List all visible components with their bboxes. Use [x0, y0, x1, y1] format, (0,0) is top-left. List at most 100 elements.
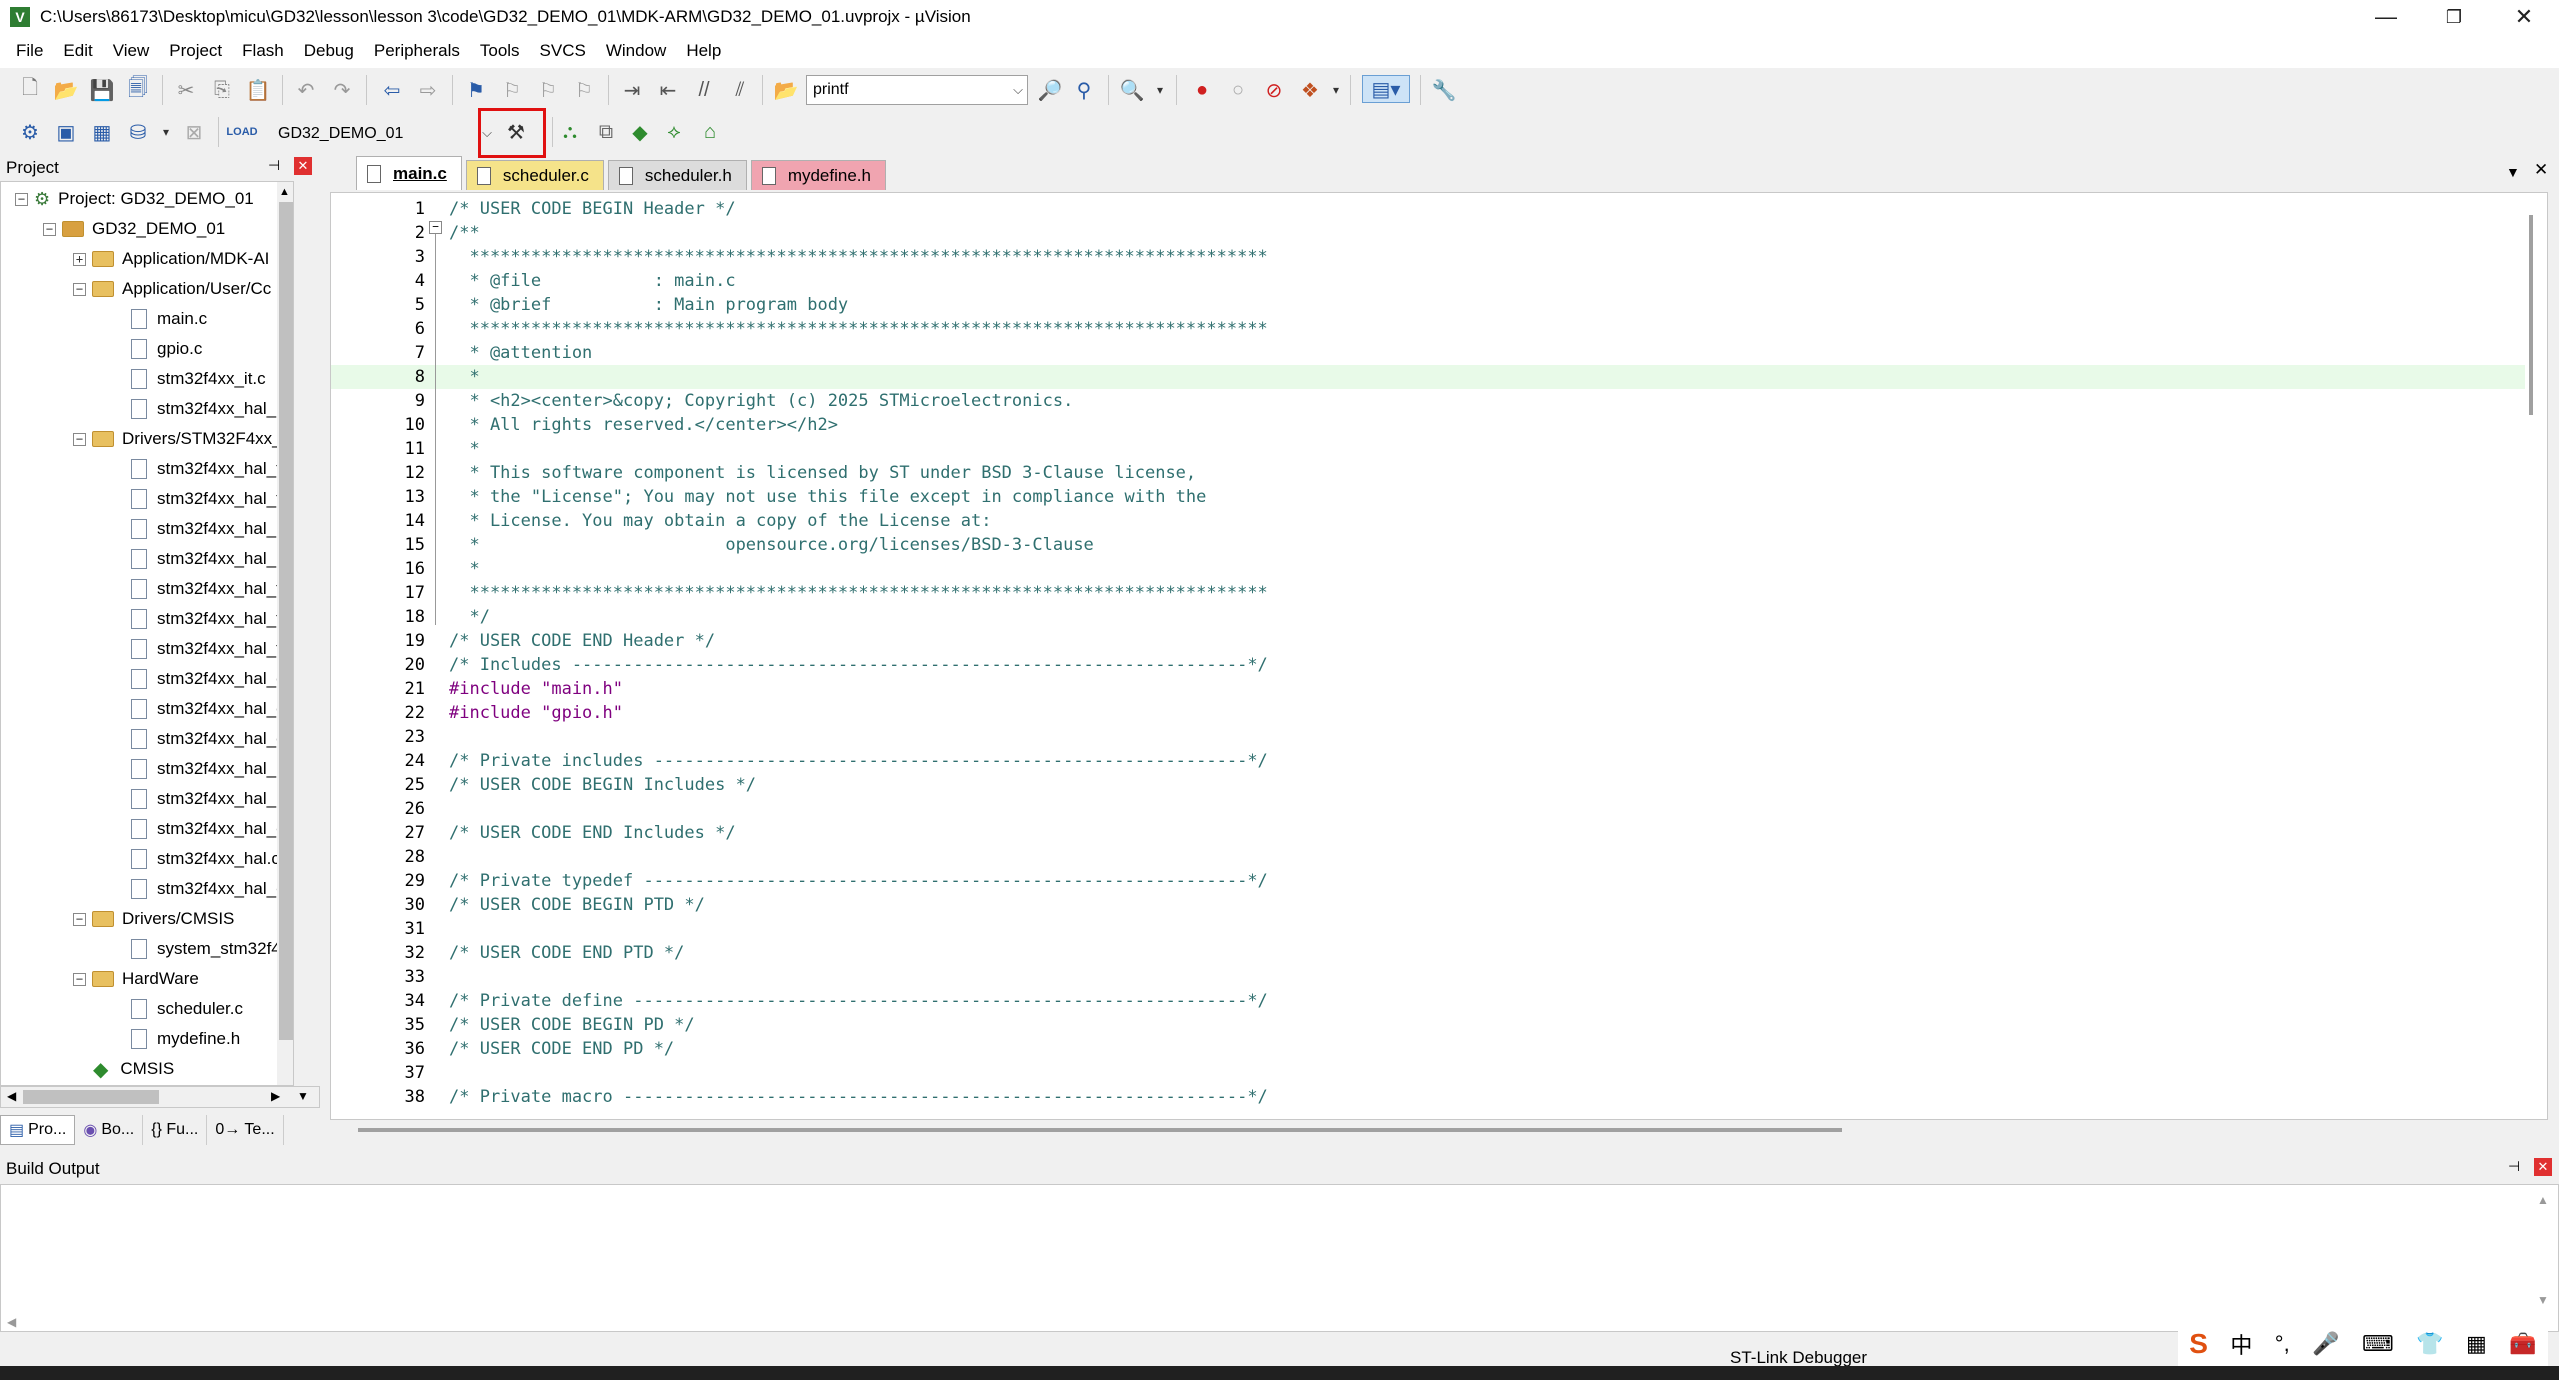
tree-vertical-scrollbar[interactable]: ▲	[277, 182, 293, 1085]
maximize-button[interactable]: ❐	[2420, 0, 2488, 34]
tree-item[interactable]: gpio.c	[131, 334, 202, 364]
menu-window[interactable]: Window	[596, 41, 676, 61]
tab-list-dropdown-icon[interactable]: ▼	[2506, 164, 2520, 180]
tree-item[interactable]: stm32f4xx_hal_fla	[131, 634, 293, 664]
save-icon[interactable]: 💾	[88, 76, 116, 104]
menu-help[interactable]: Help	[676, 41, 731, 61]
collapse-icon[interactable]: −	[73, 282, 86, 296]
scroll-up-icon[interactable]: ▲	[279, 186, 290, 198]
pack-installer-icon[interactable]: ⌂	[696, 118, 724, 146]
scroll-down-icon[interactable]: ▼	[297, 1089, 309, 1103]
paste-icon[interactable]: 📋	[244, 76, 272, 104]
editor-tab[interactable]: scheduler.c	[465, 160, 604, 190]
breakpoint-disable-icon[interactable]: ○	[1224, 76, 1252, 104]
unindent-icon[interactable]: ⇤	[654, 76, 682, 104]
chevron-down-icon[interactable]: ▾	[152, 118, 180, 146]
scroll-right-icon[interactable]: ▶	[271, 1089, 280, 1103]
tree-item[interactable]: main.c	[131, 304, 207, 334]
bookmark-toggle-icon[interactable]: ⚑	[462, 76, 490, 104]
keyboard-icon[interactable]: ⌨	[2362, 1331, 2394, 1357]
tree-item[interactable]: stm32f4xx_hal_ti	[131, 484, 285, 514]
bookmark-next-icon[interactable]: ⚐	[534, 76, 562, 104]
tree-scroll-thumb[interactable]	[279, 202, 293, 1040]
expand-icon[interactable]: +	[73, 252, 86, 266]
pin-icon[interactable]: ⊣	[2508, 1158, 2520, 1175]
scroll-left-icon[interactable]: ◀	[7, 1089, 16, 1103]
collapse-icon[interactable]: −	[73, 972, 86, 986]
translate-icon[interactable]: ⚙	[16, 118, 44, 146]
menu-debug[interactable]: Debug	[294, 41, 364, 61]
open-file-icon[interactable]: 📂	[52, 76, 80, 104]
tree-item[interactable]: − Application/User/Cc	[73, 274, 271, 304]
editor-tab[interactable]: main.c	[356, 156, 462, 190]
tree-item[interactable]: scheduler.c	[131, 994, 243, 1024]
stop-build-icon[interactable]: ⊠	[180, 118, 208, 146]
build-icon[interactable]: ▣	[52, 118, 80, 146]
tree-hscroll-thumb[interactable]	[23, 1090, 159, 1104]
find-combo[interactable]: printf ⌵	[806, 75, 1028, 105]
ime-chinese-mode[interactable]: 中	[2230, 1328, 2252, 1360]
tree-item[interactable]: stm32f4xx_hal_rc	[131, 514, 290, 544]
collapse-icon[interactable]: −	[73, 432, 86, 446]
editor-tab[interactable]: scheduler.h	[607, 160, 747, 190]
code-editor[interactable]: 1/* USER CODE BEGIN Header */2/** 3 *****…	[330, 192, 2548, 1120]
select-software-packs-icon[interactable]: ⟡	[660, 118, 688, 146]
microphone-icon[interactable]: 🎤	[2312, 1331, 2339, 1357]
tab-project[interactable]: ▤ Pro...	[0, 1115, 76, 1145]
editor-tab[interactable]: mydefine.h	[750, 160, 886, 190]
tree-item[interactable]: stm32f4xx_hal_dr	[131, 724, 291, 754]
tree-item[interactable]: − HardWare	[73, 964, 199, 994]
chevron-down-icon[interactable]: ▾	[1322, 76, 1350, 104]
tree-item[interactable]: mydefine.h	[131, 1024, 240, 1054]
tree-item[interactable]: − GD32_DEMO_01	[43, 214, 225, 244]
manage-run-time-environment-icon[interactable]: ◆	[626, 118, 654, 146]
tree-item[interactable]: stm32f4xx_hal_m	[131, 394, 290, 424]
tree-item[interactable]: stm32f4xx_hal_gp	[131, 664, 293, 694]
skin-icon[interactable]: 👕	[2416, 1331, 2443, 1357]
minimize-button[interactable]: —	[2352, 0, 2420, 34]
menu-svcs[interactable]: SVCS	[530, 41, 596, 61]
tree-item[interactable]: ◆ CMSIS	[93, 1054, 174, 1084]
menu-edit[interactable]: Edit	[53, 41, 102, 61]
debug-session-icon[interactable]: 🔍	[1118, 76, 1146, 104]
tree-item[interactable]: stm32f4xx_hal_ex	[131, 874, 293, 904]
undo-icon[interactable]: ↶	[292, 76, 320, 104]
sogou-ime-icon[interactable]: S	[2189, 1328, 2208, 1360]
fold-collapse-icon[interactable]: −	[429, 221, 442, 234]
ime-settings-icon[interactable]: 🧰	[2509, 1331, 2536, 1357]
tree-item[interactable]: stm32f4xx_hal_ti	[131, 454, 285, 484]
tree-item[interactable]: stm32f4xx_hal_dr	[131, 694, 291, 724]
tree-item[interactable]: − Drivers/STM32F4xx_I	[73, 424, 286, 454]
window-layout-icon[interactable]: ▤▾	[1362, 75, 1410, 103]
menu-flash[interactable]: Flash	[232, 41, 294, 61]
tree-item[interactable]: − ⚙ Project: GD32_DEMO_01	[15, 184, 254, 214]
navigate-back-icon[interactable]: ⇦	[378, 76, 406, 104]
indent-icon[interactable]: ⇥	[618, 76, 646, 104]
editor-horizontal-scrollbar[interactable]	[358, 1128, 1842, 1132]
tree-horizontal-scrollbar[interactable]: ◀ ▶ ▼	[0, 1086, 320, 1108]
close-window-button[interactable]: ✕	[2490, 0, 2558, 34]
find-in-files-icon[interactable]: 📂	[772, 76, 800, 104]
menu-peripherals[interactable]: Peripherals	[364, 41, 470, 61]
pin-icon[interactable]: ⊣	[268, 157, 280, 174]
close-panel-icon[interactable]: ✕	[2534, 1158, 2552, 1176]
redo-icon[interactable]: ↷	[328, 76, 356, 104]
new-file-icon[interactable]: 🗋	[16, 76, 44, 104]
collapse-icon[interactable]: −	[73, 912, 86, 926]
tree-item[interactable]: stm32f4xx_hal.c	[131, 844, 280, 874]
menu-view[interactable]: View	[103, 41, 160, 61]
tree-item[interactable]: stm32f4xx_hal_rc	[131, 544, 290, 574]
breakpoint-options-icon[interactable]: ❖	[1296, 76, 1324, 104]
menu-tools[interactable]: Tools	[470, 41, 530, 61]
rebuild-icon[interactable]: ▦	[88, 118, 116, 146]
tree-item[interactable]: stm32f4xx_hal_fla	[131, 574, 293, 604]
editor-scroll-thumb[interactable]	[2529, 215, 2533, 415]
tab-templates[interactable]: 0→ Te...	[207, 1115, 284, 1145]
bookmark-previous-icon[interactable]: ⚐	[498, 76, 526, 104]
tree-item[interactable]: stm32f4xx_hal_cc	[131, 814, 293, 844]
bookmark-clear-icon[interactable]: ⚐	[570, 76, 598, 104]
uncomment-icon[interactable]: ⫽	[726, 76, 754, 104]
save-all-icon[interactable]: 🗐	[124, 76, 152, 104]
breakpoint-kill-all-icon[interactable]: ⊘	[1260, 76, 1288, 104]
tree-item[interactable]: stm32f4xx_hal_pv	[131, 754, 293, 784]
